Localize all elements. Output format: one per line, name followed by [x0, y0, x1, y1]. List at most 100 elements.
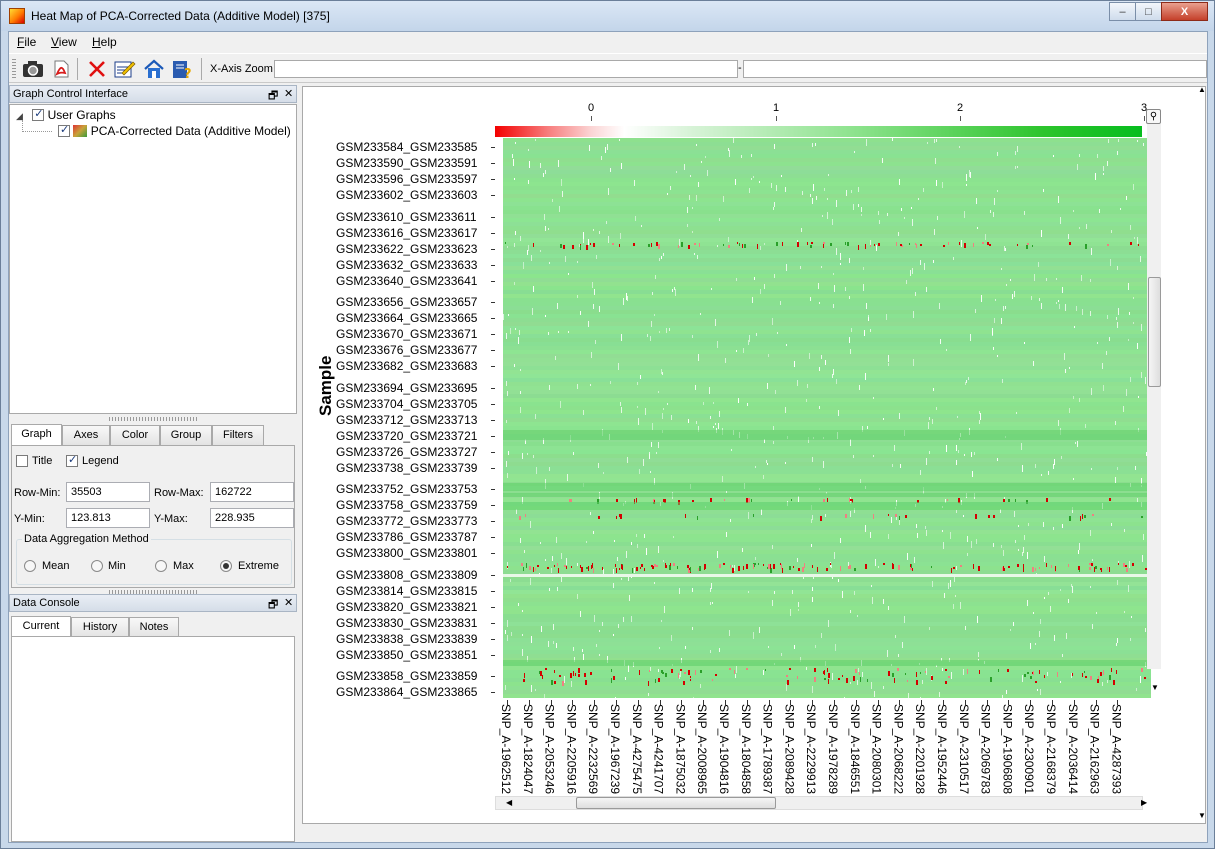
toolbar-grip[interactable]: [12, 59, 16, 79]
heatmap-cell: [772, 545, 773, 549]
console-output[interactable]: [11, 636, 295, 842]
edit-icon[interactable]: [113, 58, 137, 80]
panel-scroll-down-arrow-icon[interactable]: ▼: [1198, 811, 1206, 820]
scroll-left-arrow-icon[interactable]: ◀: [506, 798, 512, 807]
close-panel-icon[interactable]: ✕: [284, 87, 293, 100]
pca-graph-checkbox[interactable]: [58, 123, 70, 137]
home-icon[interactable]: [142, 58, 166, 80]
heatmap-row-band: [503, 222, 1151, 226]
pdf-icon[interactable]: [49, 58, 73, 80]
heatmap-cell: [888, 514, 889, 516]
menu-help[interactable]: Help: [92, 35, 117, 49]
row-label: GSM233622_GSM233623: [336, 242, 478, 256]
tab-color[interactable]: Color: [110, 425, 160, 445]
menu-file[interactable]: File: [17, 35, 36, 49]
radio-extreme[interactable]: [220, 560, 232, 572]
heatmap-cell: [948, 583, 949, 589]
tab-axes[interactable]: Axes: [62, 425, 110, 445]
row-label: GSM233664_GSM233665: [336, 311, 478, 325]
heatmap-cell: [617, 557, 618, 561]
heatmap-cell: [979, 420, 980, 424]
heatmap-cell: [912, 568, 913, 571]
heatmap-cell: [748, 512, 749, 519]
y-max-field[interactable]: 228.935: [210, 508, 294, 528]
heatmap-cell: [633, 243, 635, 246]
x-axis-zoom-min-field[interactable]: [274, 60, 738, 78]
heatmap-cell: [989, 244, 991, 246]
row-min-field[interactable]: 35503: [66, 482, 150, 502]
heatmap-cell: [776, 185, 777, 191]
maximize-button[interactable]: □: [1135, 2, 1162, 21]
row-max-field[interactable]: 162722: [210, 482, 294, 502]
delete-icon[interactable]: [85, 58, 109, 80]
heatmap-cell: [866, 303, 867, 309]
heatmap-cell: [1001, 268, 1002, 270]
heatmap-cell: [673, 563, 675, 566]
heatmap-cell: [1001, 318, 1002, 324]
row-tick: [491, 591, 495, 592]
restore-panel-icon[interactable]: 🗗: [268, 596, 278, 615]
user-graphs-checkbox[interactable]: [32, 107, 45, 121]
heatmap-cell: [812, 587, 813, 591]
x-axis-zoom-max-field[interactable]: [743, 60, 1207, 78]
title-bar[interactable]: Heat Map of PCA-Corrected Data (Additive…: [1, 1, 1214, 31]
radio-min[interactable]: [91, 560, 103, 572]
tab-current[interactable]: Current: [11, 616, 71, 637]
radio-max[interactable]: [155, 560, 167, 572]
camera-icon[interactable]: [21, 58, 45, 80]
heatmap-cell: [1071, 584, 1072, 587]
menu-view[interactable]: View: [51, 35, 77, 49]
vertical-scroll-thumb[interactable]: [1148, 277, 1161, 387]
tab-notes[interactable]: Notes: [129, 617, 179, 637]
heatmap-cell: [663, 408, 664, 410]
tab-group[interactable]: Group: [160, 425, 212, 445]
zoom-magnifier-icon[interactable]: ⚲: [1146, 109, 1161, 124]
panel-splitter[interactable]: [109, 417, 199, 421]
tab-graph[interactable]: Graph: [11, 424, 62, 445]
vertical-scrollbar[interactable]: [1147, 124, 1161, 669]
legend-checkbox[interactable]: [66, 453, 78, 467]
tab-history[interactable]: History: [71, 617, 129, 637]
heatmap-cell: [976, 539, 977, 544]
heatmap-cell: [855, 669, 857, 673]
heatmap-cell: [649, 452, 650, 459]
heatmap-cell: [1003, 566, 1004, 571]
tree-root-user-graphs[interactable]: ◢ User Graphs: [16, 107, 116, 122]
y-min-field[interactable]: 123.813: [66, 508, 150, 528]
column-label: SNP_A-1962512: [499, 704, 513, 795]
tab-filters[interactable]: Filters: [212, 425, 264, 445]
heatmap-cell: [618, 363, 619, 370]
heatmap-cell: [828, 673, 830, 678]
radio-mean[interactable]: [24, 560, 36, 572]
help-icon[interactable]: ?: [171, 58, 195, 80]
heatmap-cell: [950, 580, 951, 587]
heatmap-cell: [812, 143, 813, 147]
horizontal-scroll-thumb[interactable]: [576, 797, 776, 809]
close-panel-icon[interactable]: ✕: [284, 596, 293, 609]
minimize-button[interactable]: –: [1109, 2, 1136, 21]
column-tick: [681, 700, 683, 705]
heatmap-cell: [514, 178, 515, 180]
heatmap-cell: [535, 414, 536, 419]
heatmap-cell: [1138, 396, 1139, 398]
heatmap-cell: [621, 163, 622, 169]
scroll-right-arrow-icon[interactable]: ▶: [1141, 798, 1147, 807]
panel-scroll-up-arrow-icon[interactable]: ▲: [1198, 85, 1206, 94]
heatmap-cell: [1079, 227, 1080, 229]
heatmap-cell: [1111, 668, 1112, 672]
row-label: GSM233772_GSM233773: [336, 514, 478, 528]
heatmap-cell: [1077, 441, 1078, 447]
title-checkbox[interactable]: [16, 455, 28, 467]
heatmap-cell: [695, 385, 696, 390]
heatmap-cell: [719, 564, 721, 568]
scroll-down-arrow-icon[interactable]: ▼: [1151, 683, 1159, 692]
heatmap-cell: [1103, 166, 1104, 171]
heatmap-cell: [969, 170, 970, 177]
heatmap-cell: [585, 680, 586, 682]
heatmap-cell: [726, 491, 727, 493]
heatmap-cell: [1117, 322, 1118, 328]
heatmap-cell: [920, 470, 921, 475]
heatmap-cells[interactable]: [503, 138, 1151, 698]
close-button[interactable]: X: [1161, 2, 1208, 21]
tree-item-pca-corrected[interactable]: PCA-Corrected Data (Additive Model): [58, 123, 291, 138]
